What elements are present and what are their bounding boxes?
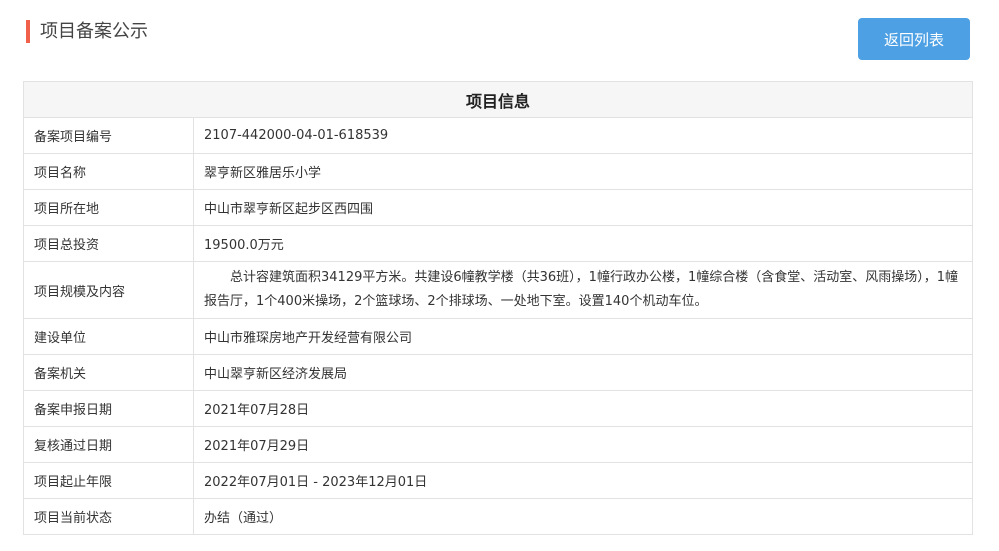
table-row: 项目起止年限 2022年07月01日 - 2023年12月01日 (23, 462, 973, 499)
row-label: 备案项目编号 (23, 117, 194, 154)
row-label: 项目名称 (23, 153, 194, 190)
title-accent-bar (26, 20, 30, 43)
table-row: 项目名称 翠亨新区雅居乐小学 (23, 153, 973, 190)
row-value: 总计容建筑面积34129平方米。共建设6幢教学楼（共36班），1幢行政办公楼，1… (193, 261, 973, 319)
page-header: 项目备案公示 返回列表 (0, 0, 999, 80)
table-row: 项目总投资 19500.0万元 (23, 225, 973, 262)
table-heading-row: 项目信息 (23, 81, 973, 118)
row-label: 备案机关 (23, 354, 194, 391)
row-value: 中山市翠亨新区起步区西四围 (193, 189, 973, 226)
back-to-list-button[interactable]: 返回列表 (858, 18, 970, 60)
row-label: 项目起止年限 (23, 462, 194, 499)
table-row: 备案项目编号 2107-442000-04-01-618539 (23, 117, 973, 154)
row-label: 项目规模及内容 (23, 261, 194, 319)
row-label: 备案申报日期 (23, 390, 194, 427)
row-label: 项目当前状态 (23, 498, 194, 535)
row-value: 2022年07月01日 - 2023年12月01日 (193, 462, 973, 499)
row-value: 2107-442000-04-01-618539 (193, 117, 973, 154)
row-value: 2021年07月28日 (193, 390, 973, 427)
row-label: 项目总投资 (23, 225, 194, 262)
row-value: 中山翠亨新区经济发展局 (193, 354, 973, 391)
row-value: 翠亨新区雅居乐小学 (193, 153, 973, 190)
table-row: 项目当前状态 办结（通过） (23, 498, 973, 535)
table-row: 项目所在地 中山市翠亨新区起步区西四围 (23, 189, 973, 226)
project-info-table: 项目信息 备案项目编号 2107-442000-04-01-618539 项目名… (23, 81, 973, 535)
table-row: 备案申报日期 2021年07月28日 (23, 390, 973, 427)
row-value: 办结（通过） (193, 498, 973, 535)
table-row: 复核通过日期 2021年07月29日 (23, 426, 973, 463)
row-label: 复核通过日期 (23, 426, 194, 463)
row-value: 19500.0万元 (193, 225, 973, 262)
row-value: 2021年07月29日 (193, 426, 973, 463)
table-row: 建设单位 中山市雅琛房地产开发经营有限公司 (23, 318, 973, 355)
row-value: 中山市雅琛房地产开发经营有限公司 (193, 318, 973, 355)
table-row: 备案机关 中山翠亨新区经济发展局 (23, 354, 973, 391)
row-label: 建设单位 (23, 318, 194, 355)
table-heading: 项目信息 (23, 81, 973, 118)
page-title: 项目备案公示 (40, 21, 148, 42)
row-label: 项目所在地 (23, 189, 194, 226)
table-row: 项目规模及内容 总计容建筑面积34129平方米。共建设6幢教学楼（共36班），1… (23, 261, 973, 319)
